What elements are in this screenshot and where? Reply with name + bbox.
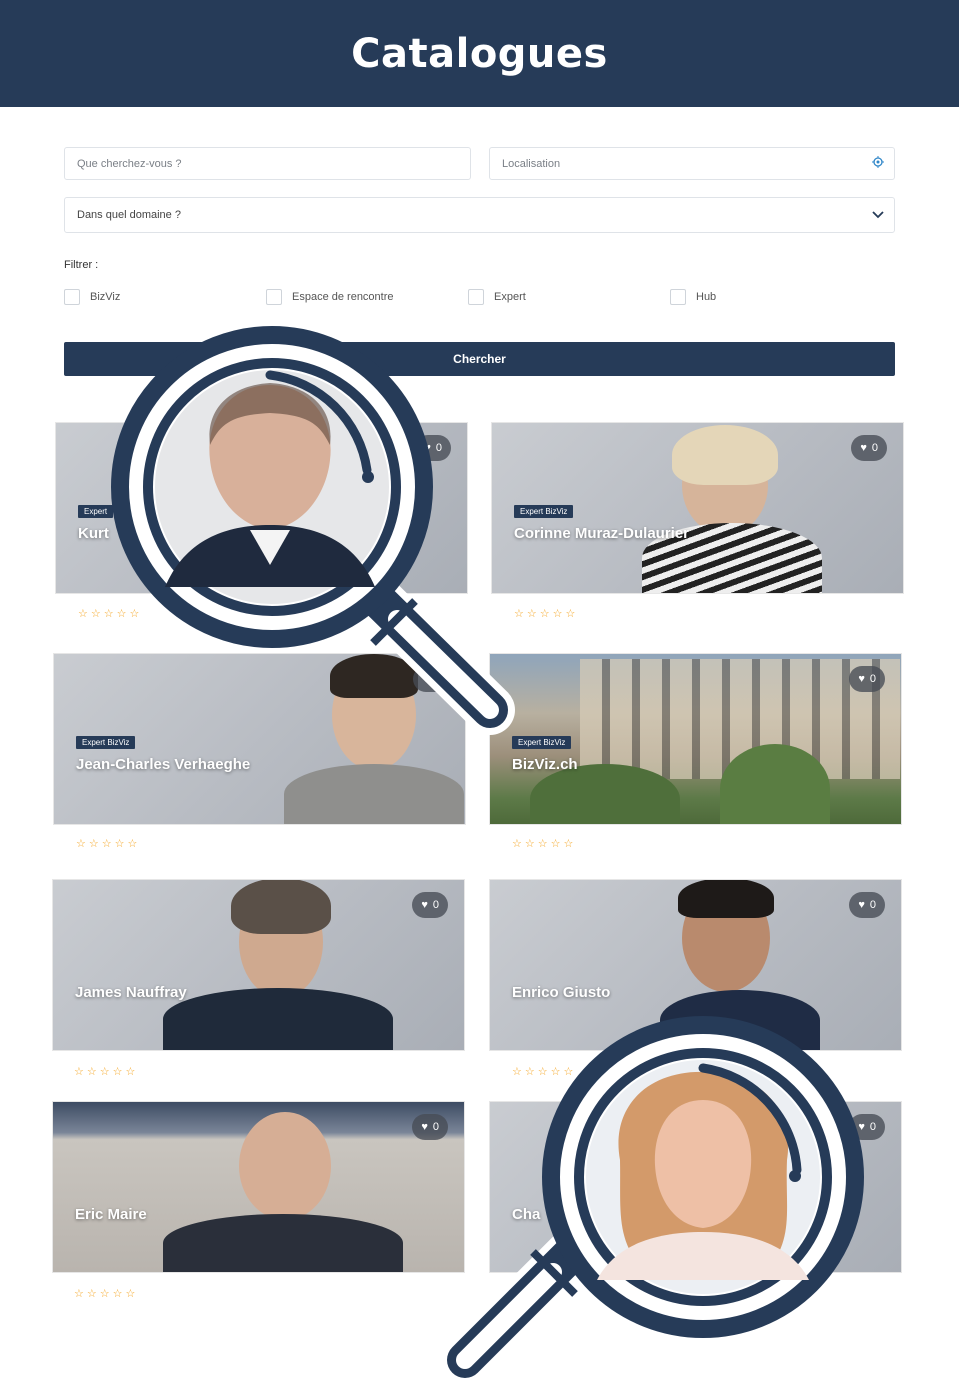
card-name[interactable]: Jean-Charles Verhaeghe <box>76 756 250 773</box>
card-name[interactable]: Eric Maire <box>75 1206 147 1223</box>
location-target-icon[interactable] <box>872 155 884 173</box>
like-button[interactable]: ♥0 <box>851 435 887 461</box>
like-count: 0 <box>432 899 439 911</box>
heart-icon: ♥ <box>421 899 428 911</box>
page-header: Catalogues <box>0 0 959 107</box>
card-name[interactable]: James Nauffray <box>75 984 187 1001</box>
filter-option-label: Espace de rencontre <box>292 291 394 303</box>
profile-photo <box>163 880 393 1050</box>
chevron-down-icon[interactable] <box>872 206 884 224</box>
heart-icon: ♥ <box>858 673 865 685</box>
filter-espace-de-rencontre[interactable]: Espace de rencontre <box>266 289 394 305</box>
search-input[interactable] <box>77 148 442 179</box>
card-name[interactable]: Enrico Giusto <box>512 984 610 1001</box>
profile-card[interactable]: Expert BizViz BizViz.ch ♥ 0 <box>489 653 902 825</box>
checkbox[interactable] <box>64 289 80 305</box>
magnifier-icon <box>440 1016 864 1385</box>
profile-card[interactable]: Expert BizViz Corinne Muraz-Dulaurier ♥ 0 <box>491 422 904 594</box>
filter-label: Filtrer : <box>64 259 99 271</box>
filter-option-label: Hub <box>696 291 717 303</box>
like-count: 0 <box>869 899 876 911</box>
domain-select[interactable]: Dans quel domaine ? <box>64 197 895 233</box>
profile-photo <box>642 423 842 593</box>
location-input[interactable] <box>502 148 866 179</box>
filter-option-label: Expert <box>494 291 526 303</box>
filter-expert[interactable]: Expert <box>468 289 526 305</box>
domain-select-value: Dans quel domaine ? <box>77 209 181 221</box>
profile-card[interactable]: James Nauffray ♥ 0 <box>52 879 465 1051</box>
query-field[interactable] <box>64 147 471 180</box>
checkbox[interactable] <box>266 289 282 305</box>
filter-option-label: BizViz <box>90 291 121 303</box>
like-count: 0 <box>869 1121 876 1133</box>
card-name[interactable]: BizViz.ch <box>512 756 578 773</box>
star-rating[interactable]: ☆☆☆☆☆ <box>74 1065 138 1078</box>
like-count: 0 <box>869 673 876 685</box>
profile-card[interactable]: Eric Maire ♥ 0 <box>52 1101 465 1273</box>
page-title: Catalogues <box>351 30 608 77</box>
magnifier-icon <box>111 326 515 735</box>
like-button[interactable]: ♥0 <box>849 666 885 692</box>
checkbox[interactable] <box>670 289 686 305</box>
heart-icon: ♥ <box>858 899 865 911</box>
like-count: 0 <box>871 442 878 454</box>
star-rating[interactable]: ☆☆☆☆☆ <box>74 1287 138 1300</box>
star-rating[interactable]: ☆☆☆☆☆ <box>76 837 140 850</box>
card-name[interactable]: Corinne Muraz-Dulaurier <box>514 525 689 542</box>
star-rating[interactable]: ☆☆☆☆☆ <box>512 837 576 850</box>
tree-image <box>530 764 680 824</box>
checkbox[interactable] <box>468 289 484 305</box>
like-button[interactable]: ♥0 <box>849 892 885 918</box>
filter-bizviz[interactable]: BizViz <box>64 289 120 305</box>
heart-icon: ♥ <box>860 442 867 454</box>
location-field[interactable] <box>489 147 895 180</box>
like-button[interactable]: ♥0 <box>412 892 448 918</box>
filter-hub[interactable]: Hub <box>670 289 716 305</box>
profile-photo <box>163 1102 423 1272</box>
tree-image <box>720 744 830 824</box>
